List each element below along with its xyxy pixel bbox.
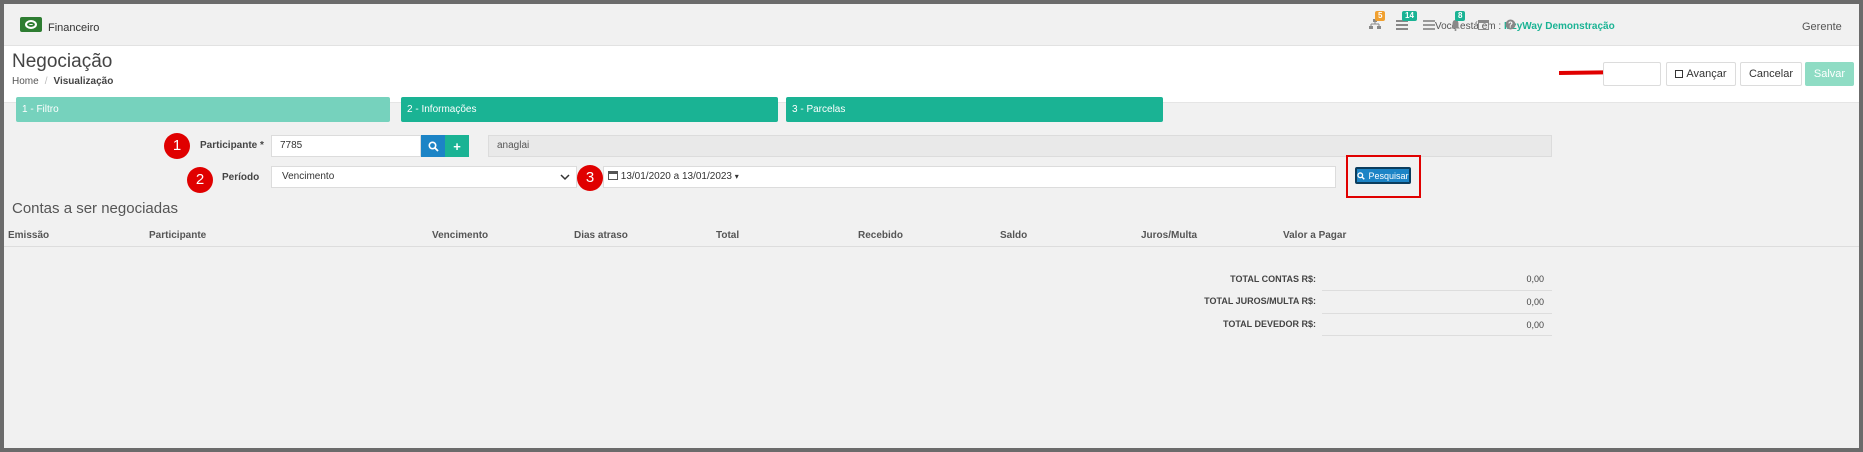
date-range-value: 13/01/2020 a 13/01/2023 <box>620 171 732 182</box>
breadcrumb-current: Visualização <box>53 76 114 87</box>
column-participante[interactable]: Participante <box>149 230 206 241</box>
search-icon[interactable] <box>421 135 445 157</box>
step-information[interactable]: 2 - Informações <box>401 97 778 122</box>
column-emissao[interactable]: Emissão <box>8 230 49 241</box>
notification-badge: 5 <box>1375 11 1386 21</box>
column-vencimento[interactable]: Vencimento <box>432 230 488 241</box>
breadcrumb: Home / Visualização <box>12 76 114 87</box>
menu-lines-icon[interactable] <box>1422 19 1436 31</box>
marker-2: 2 <box>187 167 213 193</box>
chevron-down-icon <box>560 167 570 193</box>
marker-3: 3 <box>577 165 603 191</box>
bell-icon[interactable]: 8 <box>1448 11 1466 31</box>
total-juros-value: 0,00 <box>1526 297 1544 307</box>
advance-button[interactable]: Avançar <box>1666 62 1736 86</box>
table-header-divider <box>4 246 1859 247</box>
total-devedor-label: TOTAL DEVEDOR R$: <box>1222 319 1316 329</box>
total-juros-label: TOTAL JUROS/MULTA R$: <box>1204 296 1316 306</box>
total-contas-value: 0,00 <box>1526 274 1544 284</box>
calendar-icon[interactable] <box>1476 19 1490 31</box>
participante-label: Participante * <box>200 140 264 151</box>
step-installments[interactable]: 3 - Parcelas <box>786 97 1163 122</box>
alerts-badge: 8 <box>1455 11 1466 21</box>
periodo-select[interactable]: Vencimento <box>271 166 577 188</box>
save-button[interactable]: Salvar <box>1805 62 1854 86</box>
app-window: Financeiro Você está em : IzzyWay Demons… <box>4 4 1859 448</box>
marker-1: 1 <box>164 133 190 159</box>
column-recebido[interactable]: Recebido <box>858 230 903 241</box>
participante-name-field: anaglai <box>488 135 1552 157</box>
tasks-badge: 14 <box>1402 11 1417 21</box>
periodo-label: Período <box>222 172 260 183</box>
column-dias-atraso[interactable]: Dias atraso <box>574 230 628 241</box>
search-button-label: Pesquisar <box>1368 170 1409 181</box>
sitemap-icon[interactable]: 5 <box>1368 11 1386 31</box>
search-icon <box>1357 171 1366 180</box>
date-range-picker[interactable]: 13/01/2020 a 13/01/2023 ▾ <box>603 166 1336 188</box>
column-saldo[interactable]: Saldo <box>1000 230 1027 241</box>
money-icon[interactable] <box>20 17 42 32</box>
section-title: Contas a ser negociadas <box>12 200 178 217</box>
add-icon[interactable]: + <box>445 135 469 157</box>
page-title: Negociação <box>12 51 113 72</box>
calendar-icon <box>608 171 618 180</box>
total-contas-label: TOTAL CONTAS R$: <box>1230 274 1316 284</box>
participante-input[interactable]: 7785 <box>271 135 421 157</box>
user-menu[interactable]: Gerente <box>1802 21 1842 33</box>
advance-label: Avançar <box>1686 68 1727 80</box>
cancel-button[interactable]: Cancelar <box>1740 62 1802 86</box>
totals-divider <box>1322 335 1552 336</box>
top-navbar: Financeiro Você está em : IzzyWay Demons… <box>4 4 1859 46</box>
list-icon[interactable]: 14 <box>1395 11 1417 31</box>
hidden-button[interactable] <box>1603 62 1661 86</box>
step-filter[interactable]: 1 - Filtro <box>16 97 390 122</box>
totals-divider <box>1322 290 1552 291</box>
company-link[interactable]: IzzyWay Demonstração <box>1504 21 1615 32</box>
totals-divider <box>1322 313 1552 314</box>
column-juros-multa[interactable]: Juros/Multa <box>1141 230 1197 241</box>
total-devedor-value: 0,00 <box>1526 320 1544 330</box>
caret-down-icon: ▾ <box>734 172 739 181</box>
column-total[interactable]: Total <box>716 230 739 241</box>
help-icon[interactable]: ? <box>1503 19 1517 31</box>
column-valor-a-pagar[interactable]: Valor a Pagar <box>1283 230 1346 241</box>
next-icon <box>1675 70 1684 78</box>
svg-text:?: ? <box>1508 21 1513 30</box>
breadcrumb-home[interactable]: Home <box>12 76 39 87</box>
search-button[interactable]: Pesquisar <box>1355 167 1411 184</box>
periodo-select-value: Vencimento <box>282 171 335 182</box>
you-are-prefix: Você está em : <box>1435 21 1502 32</box>
app-name[interactable]: Financeiro <box>48 22 99 34</box>
